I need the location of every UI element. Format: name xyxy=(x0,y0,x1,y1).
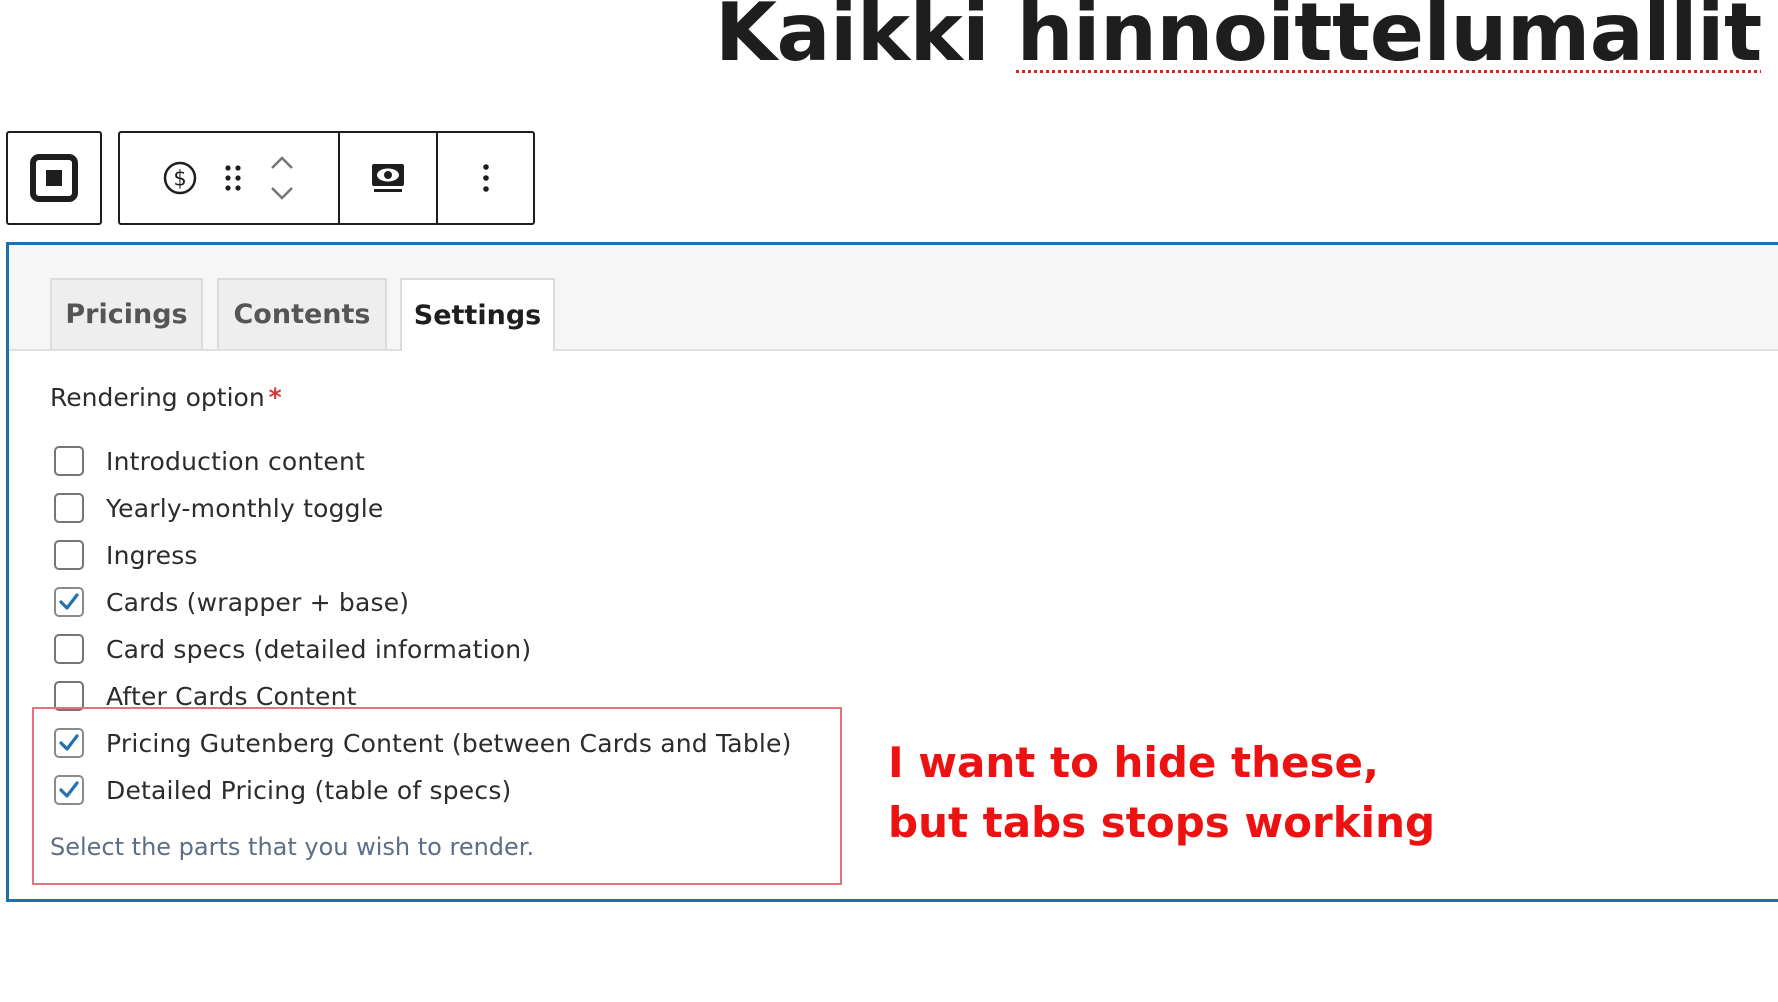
checkbox-option-label: Card specs (detailed information) xyxy=(106,634,532,664)
chevron-down-icon[interactable] xyxy=(269,183,295,203)
checkmark-icon xyxy=(59,593,79,610)
checkbox[interactable] xyxy=(54,446,84,476)
tab-settings[interactable]: Settings xyxy=(400,278,555,351)
checkbox[interactable] xyxy=(54,634,84,664)
checkbox-option-label: Ingress xyxy=(106,540,198,570)
checkbox[interactable] xyxy=(54,493,84,523)
block-toolbar: $ xyxy=(118,131,535,225)
tab-pricings[interactable]: Pricings xyxy=(50,278,203,349)
drag-handle-icon[interactable] xyxy=(223,163,243,193)
annotation-highlight-box xyxy=(32,707,842,885)
checkbox-option-label: Introduction content xyxy=(106,446,366,476)
checkbox[interactable] xyxy=(54,587,84,617)
rendering-option-label-text: Rendering option xyxy=(50,383,265,412)
block-type-toolbar xyxy=(6,131,102,225)
checkbox-option[interactable]: Cards (wrapper + base) xyxy=(54,586,409,618)
tab-contents[interactable]: Contents xyxy=(217,278,387,349)
select-parent-block-button[interactable] xyxy=(8,133,100,223)
block-options-button[interactable] xyxy=(436,133,533,223)
tabs-bar: Pricings Contents Settings xyxy=(9,245,1778,351)
move-buttons xyxy=(269,153,295,203)
checkbox-option[interactable]: Introduction content xyxy=(54,445,365,477)
annotation-note: I want to hide these, but tabs stops wor… xyxy=(888,733,1435,853)
preview-button[interactable] xyxy=(338,133,436,223)
checkbox-option[interactable]: Yearly-monthly toggle xyxy=(54,492,383,524)
chevron-up-icon[interactable] xyxy=(269,153,295,173)
block-controls: $ xyxy=(120,133,338,223)
page-title-word-2: hinnoittelumallit xyxy=(1016,0,1763,79)
checkbox-option-label: Cards (wrapper + base) xyxy=(106,587,410,617)
svg-text:$: $ xyxy=(173,167,186,191)
preview-eye-icon xyxy=(371,162,405,194)
checkbox-option-label: Yearly-monthly toggle xyxy=(106,493,384,523)
page-title-word-1: Kaikki xyxy=(715,0,1017,79)
rendering-option-label: Rendering option * xyxy=(50,383,282,412)
checkbox[interactable] xyxy=(54,540,84,570)
annotation-line-1: I want to hide these, xyxy=(888,738,1379,787)
annotation-line-2: but tabs stops working xyxy=(888,798,1436,847)
more-vertical-icon xyxy=(481,162,491,194)
required-marker: * xyxy=(268,383,282,412)
page-title[interactable]: Kaikki hinnoittelumallit xyxy=(715,0,1762,80)
dollar-circle-icon[interactable]: $ xyxy=(163,161,197,195)
checkbox-option[interactable]: Ingress xyxy=(54,539,198,571)
block-square-icon xyxy=(30,154,78,202)
checkbox-option[interactable]: Card specs (detailed information) xyxy=(54,633,531,665)
